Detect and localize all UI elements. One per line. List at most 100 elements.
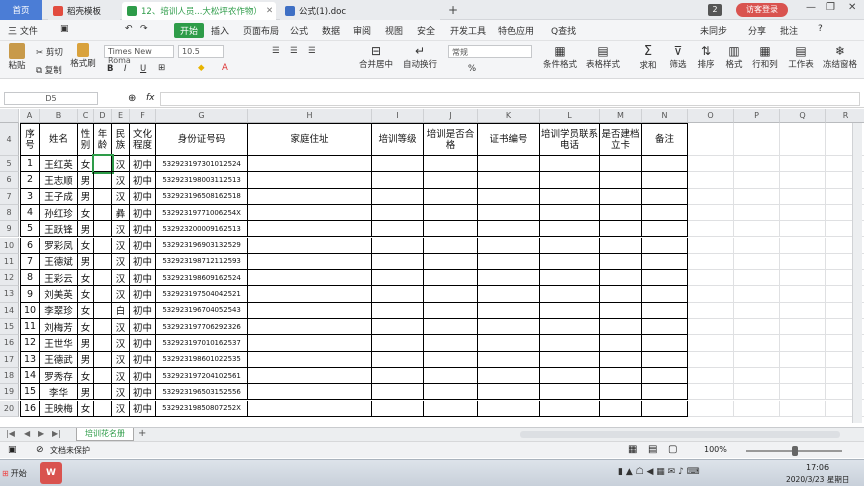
table-cell[interactable] [540,237,600,254]
column-header[interactable]: I [372,109,424,123]
table-cell[interactable]: 男 [78,335,94,352]
align-left-icon[interactable]: ☰ [272,46,280,56]
table-cell[interactable]: 初中 [130,351,156,368]
table-cell[interactable] [372,319,424,336]
table-cell[interactable] [424,400,478,417]
column-header[interactable]: P [734,109,780,123]
row-header[interactable]: 13 [0,286,19,303]
align-right-icon[interactable]: ☰ [308,46,316,56]
table-cell[interactable] [372,400,424,417]
cut-button[interactable]: ✂ 剪切 [36,46,63,58]
row-header[interactable]: 12 [0,270,19,287]
table-cell[interactable] [600,319,642,336]
table-cell[interactable] [94,172,112,189]
empty-cell[interactable] [734,319,780,336]
tray-icons[interactable]: ▮ ▲ ☖ ◀ ▦ ✉ ♪ ⌨ [618,467,700,477]
table-cell[interactable] [540,400,600,417]
table-header-cell[interactable]: 培训等级 [372,123,424,156]
empty-cell[interactable] [688,221,734,238]
column-header[interactable]: O [688,109,734,123]
table-cell[interactable]: 7 [20,253,40,271]
table-cell[interactable]: 彝 [112,204,130,222]
table-cell[interactable]: 男 [78,188,94,205]
table-cell[interactable] [642,204,688,222]
sort-button[interactable]: ⇅ 排序 [694,44,718,70]
table-cell[interactable]: 汉 [112,384,130,401]
table-cell[interactable] [248,367,372,385]
table-cell[interactable] [478,400,540,417]
table-cell[interactable] [248,286,372,303]
column-header[interactable]: K [478,109,540,123]
table-cell[interactable] [642,221,688,238]
empty-cell[interactable] [734,253,780,271]
column-header[interactable]: F [130,109,156,123]
table-cell[interactable] [372,384,424,401]
table-cell[interactable]: 汉 [112,367,130,385]
menu-review[interactable]: 审阅 [353,24,371,37]
table-cell[interactable] [540,221,600,238]
table-cell[interactable] [642,237,688,254]
clock-time[interactable]: 17:06 [806,463,829,472]
table-cell[interactable] [642,400,688,417]
empty-cell[interactable] [734,123,780,156]
empty-cell[interactable] [734,237,780,254]
table-cell[interactable]: 532923200009162513 [156,221,248,238]
column-header[interactable]: Q [780,109,826,123]
table-cell[interactable] [600,221,642,238]
table-cell[interactable]: 53292319850807252X [156,400,248,417]
table-cell[interactable]: 男 [78,221,94,238]
table-cell[interactable] [540,384,600,401]
row-header[interactable]: 18 [0,367,19,385]
empty-cell[interactable] [688,319,734,336]
table-cell[interactable] [424,270,478,287]
empty-cell[interactable] [780,367,826,385]
next-sheet-icon[interactable]: ▶ [38,429,44,438]
table-cell[interactable] [478,237,540,254]
table-cell[interactable] [424,172,478,189]
table-cell[interactable] [94,253,112,271]
table-header-cell[interactable]: 是否建档立卡 [600,123,642,156]
empty-cell[interactable] [734,188,780,205]
column-header[interactable]: A [20,109,40,123]
table-header-cell[interactable]: 性别 [78,123,94,156]
table-cell[interactable]: 王映梅 [40,400,78,417]
format-painter-button[interactable]: 格式刷 [70,43,96,69]
table-cell[interactable]: 9 [20,286,40,303]
menu-formula[interactable]: 公式 [290,24,308,37]
table-cell[interactable] [248,204,372,222]
zoom-slider-handle[interactable] [792,446,798,456]
table-cell[interactable] [600,188,642,205]
table-cell[interactable]: 532923198601022535 [156,351,248,368]
table-cell[interactable] [248,188,372,205]
merge-center-button[interactable]: ⊟ 合并居中 [358,44,394,70]
table-header-cell[interactable]: 姓名 [40,123,78,156]
sheet-tab-active[interactable]: 培训花名册 [76,428,134,441]
table-cell[interactable] [540,156,600,173]
cond-format-button[interactable]: ▦ 条件格式 [542,44,578,70]
page-count-badge[interactable]: 2 [708,4,722,16]
login-button[interactable]: 访客登录 [736,3,788,17]
empty-cell[interactable] [734,204,780,222]
empty-cell[interactable] [780,302,826,319]
table-cell[interactable] [600,286,642,303]
table-cell[interactable]: 王红英 [40,156,78,173]
table-cell[interactable] [248,302,372,319]
table-cell[interactable] [540,172,600,189]
table-cell[interactable]: 汉 [112,237,130,254]
table-cell[interactable] [248,172,372,189]
table-cell[interactable]: 初中 [130,367,156,385]
table-cell[interactable] [600,237,642,254]
close-window-icon[interactable]: ✕ [848,2,856,13]
table-cell[interactable] [478,286,540,303]
empty-cell[interactable] [780,400,826,417]
table-header-cell[interactable]: 备注 [642,123,688,156]
table-cell[interactable]: 2 [20,172,40,189]
table-cell[interactable] [478,335,540,352]
table-cell[interactable]: 1 [20,156,40,173]
table-cell[interactable] [600,204,642,222]
table-header-cell[interactable]: 家庭住址 [248,123,372,156]
table-cell[interactable]: 王子成 [40,188,78,205]
table-cell[interactable] [478,384,540,401]
empty-cell[interactable] [734,335,780,352]
table-cell[interactable]: 初中 [130,384,156,401]
